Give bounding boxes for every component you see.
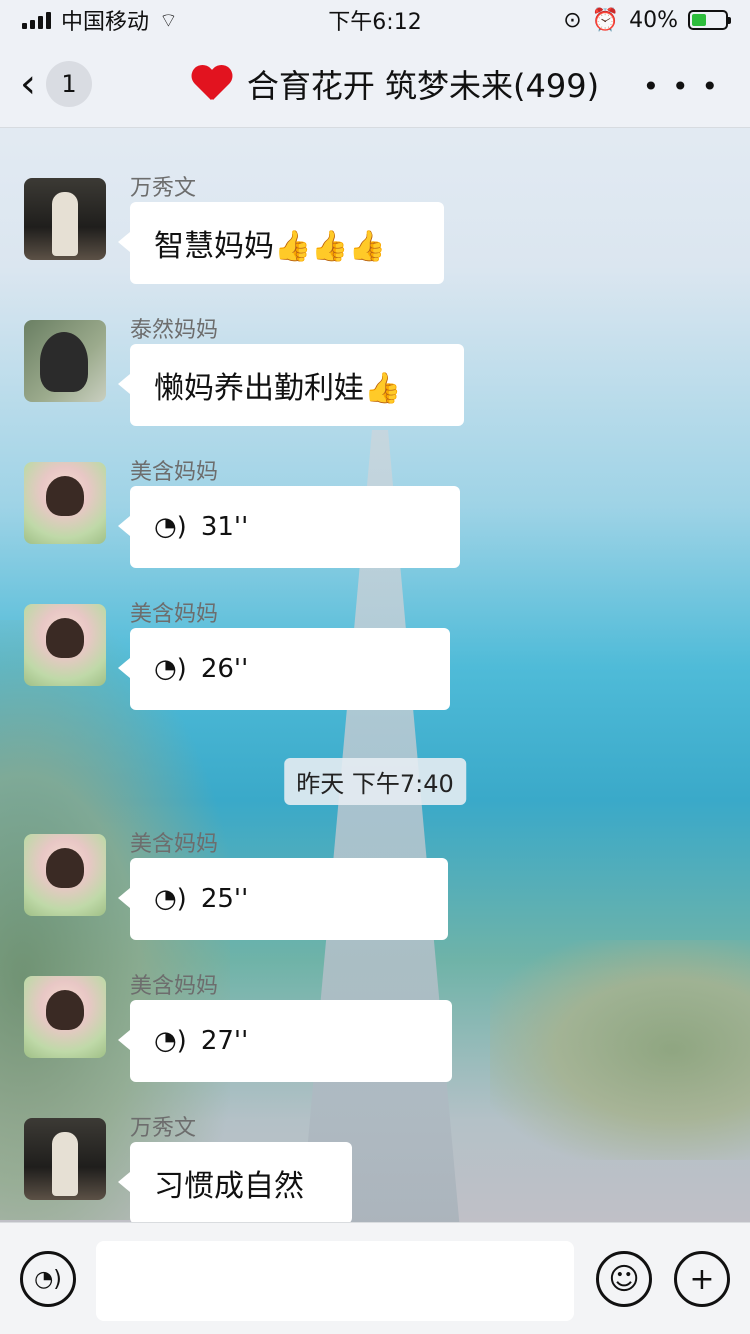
add-icon: + xyxy=(689,1261,715,1297)
avatar[interactable] xyxy=(24,834,106,916)
chat-area[interactable]: 万秀文 智慧妈妈👍👍👍 泰然妈妈 懒妈养出勤利娃👍 美含妈妈 ◔) 31'' 美… xyxy=(0,128,750,1222)
message-text: 智慧妈妈👍👍👍 xyxy=(154,229,387,264)
message-bubble[interactable]: 懒妈养出勤利娃👍 xyxy=(118,344,464,426)
sender-name: 万秀文 xyxy=(130,176,197,201)
voice-message-bubble[interactable]: ◔) 25'' xyxy=(118,858,448,940)
voice-input-button[interactable]: ◔) xyxy=(20,1251,76,1307)
heart-icon xyxy=(191,66,231,102)
avatar[interactable] xyxy=(24,976,106,1058)
voice-duration: 27'' xyxy=(200,1026,249,1056)
avatar[interactable] xyxy=(24,178,106,260)
message-text: 懒妈养出勤利娃👍 xyxy=(154,371,402,406)
voice-message: ◔) 26'' xyxy=(154,654,248,684)
alarm-icon: ⏰ xyxy=(591,7,620,33)
status-right: ⊙ ⏰ 40% xyxy=(563,7,731,33)
voice-icon: ◔) xyxy=(154,512,187,542)
status-left: 中国移动 ⌔ xyxy=(22,4,178,36)
voice-message-bubble[interactable]: ◔) 26'' xyxy=(118,628,450,710)
chat-title: 合育花开 筑梦未来(499) xyxy=(246,67,600,105)
timestamp-chip: 昨天 下午7:40 xyxy=(284,758,466,805)
voice-icon: ◔) xyxy=(154,654,187,684)
sender-name: 美含妈妈 xyxy=(130,974,219,999)
message-input[interactable] xyxy=(96,1241,574,1321)
status-time: 下午6:12 xyxy=(328,10,422,35)
emoji-button[interactable]: ☺ xyxy=(596,1251,652,1307)
chat-title-area: 合育花开 筑梦未来(499) xyxy=(150,40,640,128)
wifi-icon: ⌔ xyxy=(159,7,178,32)
chevron-left-icon: ‹ xyxy=(20,60,36,107)
voice-icon: ◔) xyxy=(154,1026,187,1056)
avatar[interactable] xyxy=(24,320,106,402)
unread-count-badge: 1 xyxy=(46,60,92,107)
message-text: 习惯成自然 xyxy=(154,1169,304,1204)
voice-message: ◔) 31'' xyxy=(154,512,248,542)
back-button[interactable]: ‹ 1 xyxy=(20,60,92,107)
status-bar: 中国移动 ⌔ 下午6:12 ⊙ ⏰ 40% xyxy=(0,0,750,40)
avatar[interactable] xyxy=(24,1118,106,1200)
rotation-lock-icon: ⊙ xyxy=(563,7,582,33)
nav-bar: ‹ 1 合育花开 筑梦未来(499) • • • xyxy=(0,40,750,128)
voice-duration: 31'' xyxy=(200,512,249,542)
battery-icon xyxy=(688,10,731,30)
voice-duration: 25'' xyxy=(200,884,249,914)
sender-name: 美含妈妈 xyxy=(130,602,219,627)
voice-duration: 26'' xyxy=(200,654,249,684)
add-button[interactable]: + xyxy=(674,1251,730,1307)
sender-name: 泰然妈妈 xyxy=(130,318,219,343)
emoji-icon: ☺ xyxy=(608,1261,640,1297)
sender-name: 万秀文 xyxy=(130,1116,197,1141)
message-bubble[interactable]: 智慧妈妈👍👍👍 xyxy=(118,202,444,284)
message-bubble[interactable]: 习惯成自然 xyxy=(118,1142,352,1222)
battery-percent: 40% xyxy=(629,7,678,33)
voice-message: ◔) 27'' xyxy=(154,1026,248,1056)
signal-icon xyxy=(22,11,51,29)
voice-message-bubble[interactable]: ◔) 31'' xyxy=(118,486,460,568)
voice-icon: ◔) xyxy=(34,1266,62,1292)
sender-name: 美含妈妈 xyxy=(130,832,219,857)
voice-icon: ◔) xyxy=(154,884,187,914)
carrier-label: 中国移动 xyxy=(61,10,150,35)
voice-message-bubble[interactable]: ◔) 27'' xyxy=(118,1000,452,1082)
voice-message: ◔) 25'' xyxy=(154,884,248,914)
sender-name: 美含妈妈 xyxy=(130,460,219,485)
input-bar: ◔) ☺ + xyxy=(0,1222,750,1334)
avatar[interactable] xyxy=(24,462,106,544)
more-icon[interactable]: • • • xyxy=(643,70,720,103)
avatar[interactable] xyxy=(24,604,106,686)
